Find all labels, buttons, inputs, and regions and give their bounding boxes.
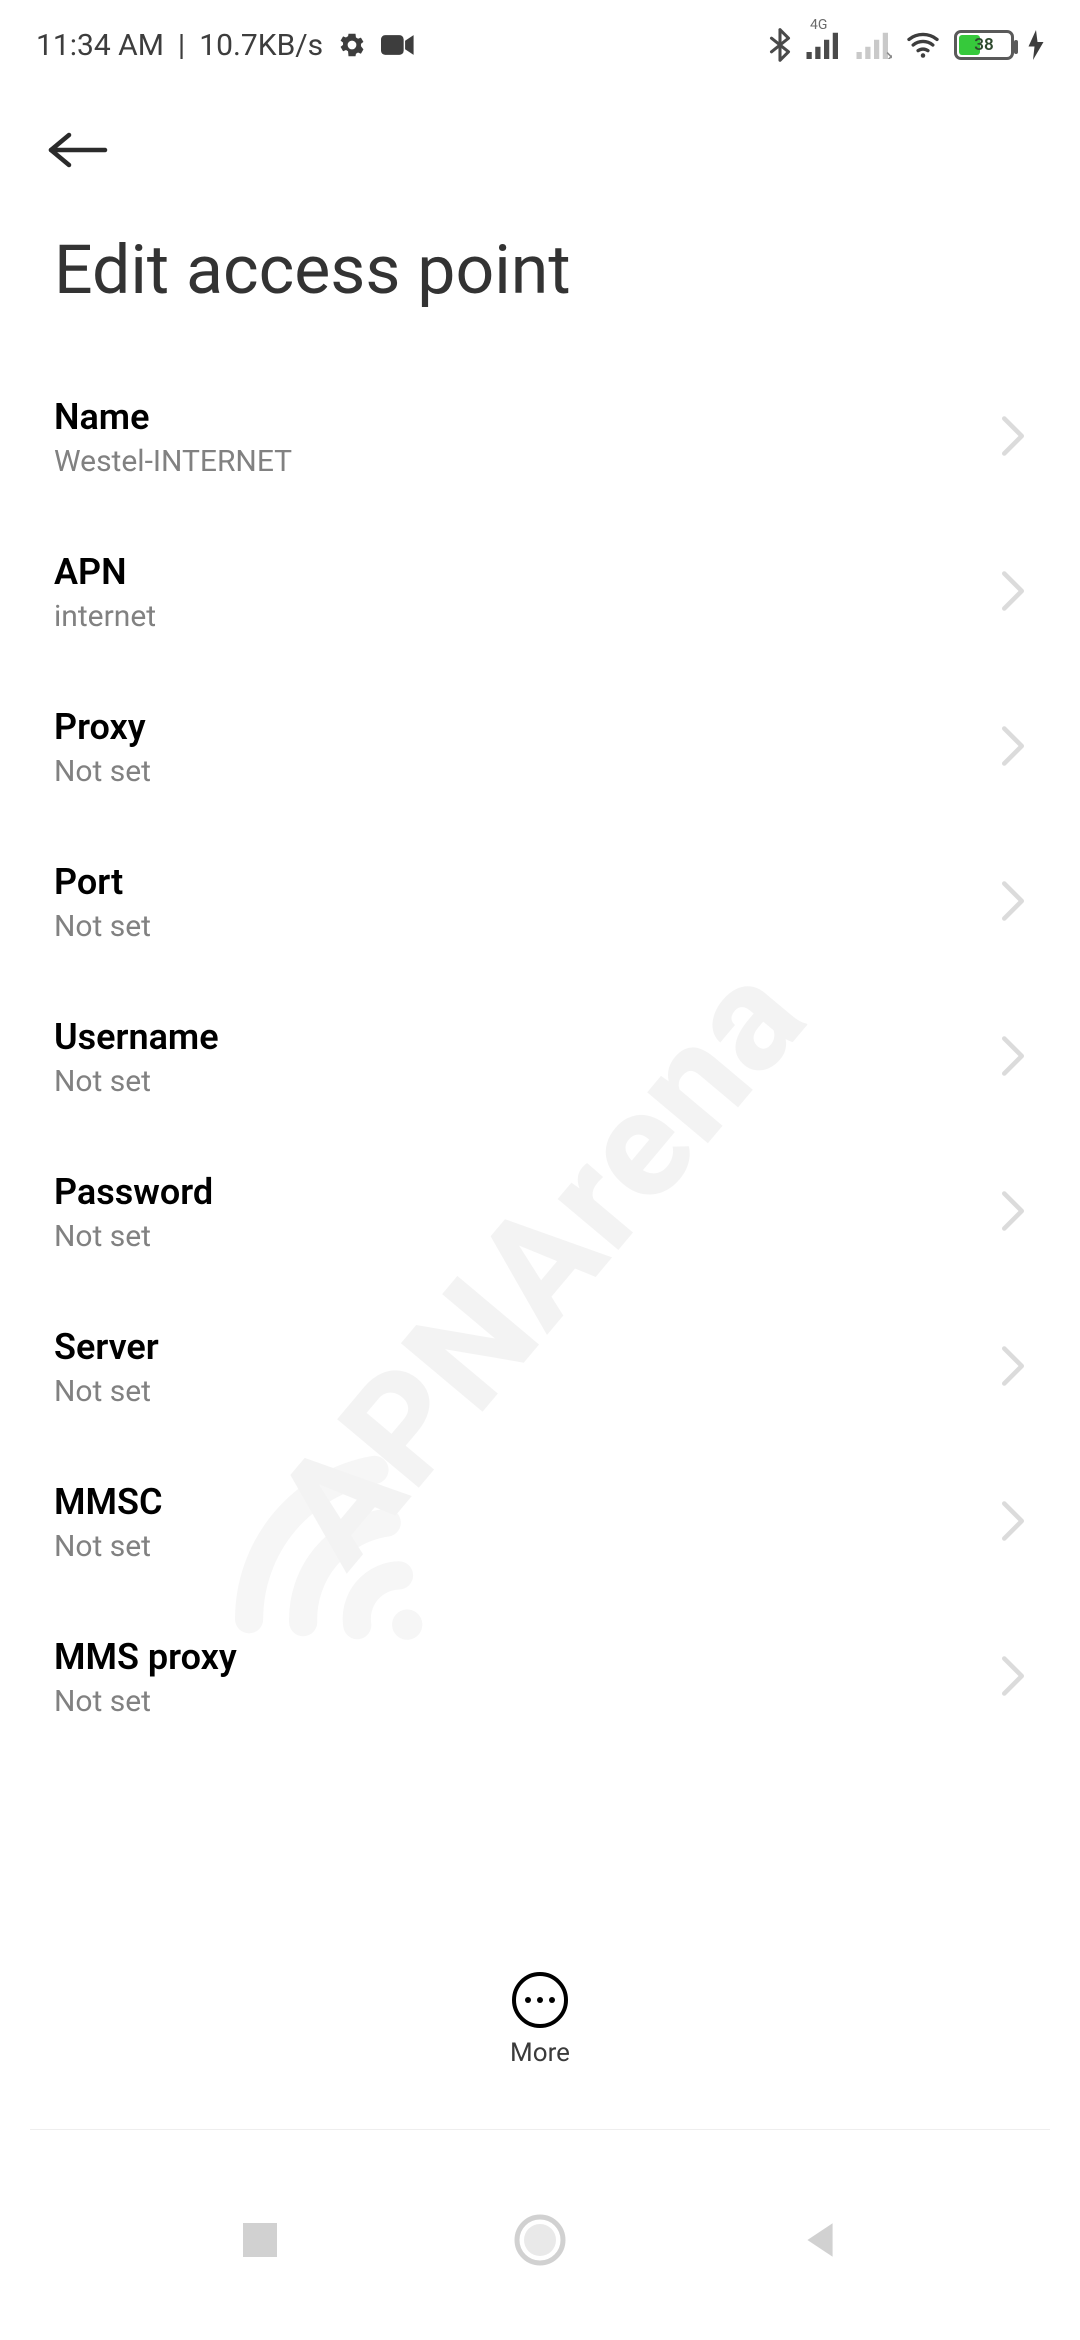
more-icon bbox=[512, 1972, 568, 2028]
nav-bar bbox=[0, 2140, 1080, 2340]
settings-item-username[interactable]: Username Not set bbox=[54, 980, 1026, 1135]
triangle-left-icon bbox=[799, 2219, 841, 2261]
charging-icon bbox=[1028, 30, 1044, 60]
gear-icon bbox=[337, 30, 367, 60]
chevron-right-icon bbox=[1000, 725, 1026, 771]
settings-list: Name Westel-INTERNET APN internet Proxy Not s… bbox=[0, 360, 1080, 1755]
more-label: More bbox=[510, 2038, 570, 2068]
settings-item-port[interactable]: Port Not set bbox=[54, 825, 1026, 980]
chevron-right-icon bbox=[1000, 1500, 1026, 1546]
settings-item-server[interactable]: Server Not set bbox=[54, 1290, 1026, 1445]
back-button[interactable] bbox=[48, 120, 108, 180]
nav-recent-button[interactable] bbox=[220, 2200, 300, 2280]
settings-item-apn[interactable]: APN internet bbox=[54, 515, 1026, 670]
settings-item-label: Server bbox=[54, 1326, 159, 1368]
chevron-right-icon bbox=[1000, 1035, 1026, 1081]
settings-item-mmsc[interactable]: MMSC Not set bbox=[54, 1445, 1026, 1600]
settings-item-value: Not set bbox=[54, 1684, 237, 1719]
page-title: Edit access point bbox=[0, 200, 1080, 360]
settings-item-label: Proxy bbox=[54, 706, 151, 748]
nav-home-button[interactable] bbox=[500, 2200, 580, 2280]
chevron-right-icon bbox=[1000, 415, 1026, 461]
videocam-icon bbox=[381, 33, 415, 57]
settings-item-name[interactable]: Name Westel-INTERNET bbox=[54, 360, 1026, 515]
settings-item-value: Not set bbox=[54, 1064, 219, 1099]
status-bar: 11:34 AM | 10.7KB/s 4G ✕ 38 bbox=[0, 0, 1080, 90]
signal-4g-icon: 4G bbox=[806, 31, 842, 59]
circle-icon bbox=[513, 2213, 567, 2267]
settings-item-value: Not set bbox=[54, 1374, 159, 1409]
settings-item-value: Not set bbox=[54, 909, 151, 944]
settings-item-value: Not set bbox=[54, 1219, 213, 1254]
settings-item-value: Not set bbox=[54, 1529, 163, 1564]
settings-item-value: Westel-INTERNET bbox=[54, 444, 292, 479]
settings-item-label: Port bbox=[54, 861, 151, 903]
settings-item-label: MMS proxy bbox=[54, 1636, 237, 1678]
status-time: 11:34 AM bbox=[36, 28, 164, 63]
settings-item-label: Password bbox=[54, 1171, 213, 1213]
more-button[interactable]: More bbox=[510, 1972, 570, 2068]
settings-item-mms-proxy[interactable]: MMS proxy Not set bbox=[54, 1600, 1026, 1755]
settings-item-value: internet bbox=[54, 599, 156, 634]
signal-nosim-icon: ✕ bbox=[856, 31, 892, 59]
wifi-icon bbox=[906, 31, 940, 59]
settings-item-label: Username bbox=[54, 1016, 219, 1058]
chevron-right-icon bbox=[1000, 1190, 1026, 1236]
chevron-right-icon bbox=[1000, 570, 1026, 616]
settings-item-password[interactable]: Password Not set bbox=[54, 1135, 1026, 1290]
nav-back-button[interactable] bbox=[780, 2200, 860, 2280]
chevron-right-icon bbox=[1000, 1345, 1026, 1391]
settings-item-label: MMSC bbox=[54, 1481, 163, 1523]
settings-item-label: Name bbox=[54, 396, 292, 438]
chevron-right-icon bbox=[1000, 880, 1026, 926]
arrow-left-icon bbox=[48, 128, 108, 172]
bluetooth-icon bbox=[768, 28, 792, 62]
settings-item-label: APN bbox=[54, 551, 156, 593]
status-net-speed: 10.7KB/s bbox=[199, 28, 323, 63]
battery-icon: 38 bbox=[954, 30, 1014, 60]
chevron-right-icon bbox=[1000, 1655, 1026, 1701]
settings-item-value: Not set bbox=[54, 754, 151, 789]
settings-item-proxy[interactable]: Proxy Not set bbox=[54, 670, 1026, 825]
svg-text:✕: ✕ bbox=[885, 48, 893, 60]
square-icon bbox=[239, 2219, 281, 2261]
